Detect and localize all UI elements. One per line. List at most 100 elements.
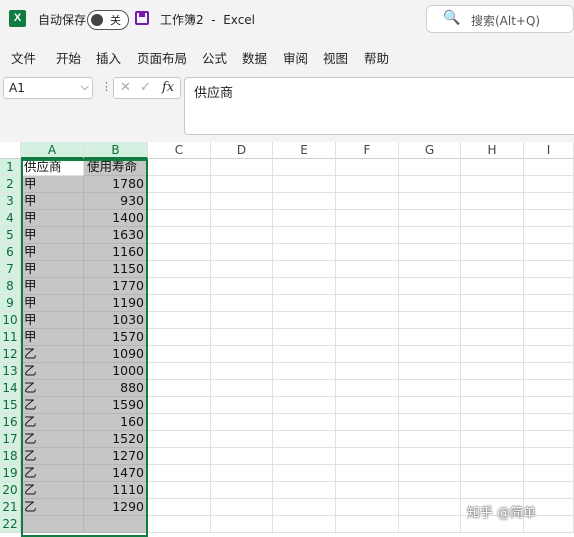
empty-cell[interactable]: [524, 346, 574, 363]
empty-cell[interactable]: [461, 278, 524, 295]
empty-cell[interactable]: [399, 210, 461, 227]
row-header[interactable]: 10: [0, 312, 21, 329]
empty-cell[interactable]: [461, 482, 524, 499]
empty-cell[interactable]: [524, 261, 574, 278]
empty-cell[interactable]: [399, 176, 461, 193]
cell-a[interactable]: 甲: [21, 261, 84, 278]
row-header[interactable]: 6: [0, 244, 21, 261]
empty-cell[interactable]: [399, 499, 461, 516]
row-header[interactable]: 20: [0, 482, 21, 499]
empty-cell[interactable]: [461, 227, 524, 244]
save-icon[interactable]: [135, 11, 149, 25]
empty-cell[interactable]: [336, 380, 399, 397]
empty-cell[interactable]: [273, 210, 336, 227]
row-header[interactable]: 14: [0, 380, 21, 397]
tab-data[interactable]: 数据: [242, 48, 267, 67]
empty-cell[interactable]: [524, 329, 574, 346]
cell-a[interactable]: 乙: [21, 380, 84, 397]
empty-cell[interactable]: [148, 210, 211, 227]
tab-review[interactable]: 审阅: [283, 48, 308, 67]
cell-a[interactable]: 乙: [21, 431, 84, 448]
cell-b[interactable]: 930: [84, 193, 148, 210]
column-header-f[interactable]: F: [336, 142, 399, 159]
row-header[interactable]: 9: [0, 295, 21, 312]
row-header[interactable]: 19: [0, 465, 21, 482]
empty-cell[interactable]: [524, 482, 574, 499]
empty-cell[interactable]: [336, 482, 399, 499]
enter-icon[interactable]: ✓: [140, 80, 151, 95]
empty-cell[interactable]: [211, 193, 273, 210]
empty-cell[interactable]: [399, 346, 461, 363]
cell-b[interactable]: 使用寿命: [84, 159, 148, 176]
empty-cell[interactable]: [399, 278, 461, 295]
cell-b[interactable]: 1590: [84, 397, 148, 414]
cell-a[interactable]: 甲: [21, 227, 84, 244]
empty-cell[interactable]: [148, 431, 211, 448]
empty-cell[interactable]: [211, 244, 273, 261]
cell-a[interactable]: 乙: [21, 448, 84, 465]
empty-cell[interactable]: [148, 414, 211, 431]
column-header-d[interactable]: D: [211, 142, 273, 159]
empty-cell[interactable]: [273, 397, 336, 414]
cell-b[interactable]: 1570: [84, 329, 148, 346]
empty-cell[interactable]: [148, 312, 211, 329]
empty-cell[interactable]: [524, 414, 574, 431]
autosave-toggle[interactable]: 关: [87, 10, 129, 30]
empty-cell[interactable]: [524, 465, 574, 482]
empty-cell[interactable]: [399, 448, 461, 465]
empty-cell[interactable]: [461, 397, 524, 414]
empty-cell[interactable]: [148, 329, 211, 346]
empty-cell[interactable]: [148, 448, 211, 465]
cell-b[interactable]: 1520: [84, 431, 148, 448]
cell-a[interactable]: 甲: [21, 244, 84, 261]
empty-cell[interactable]: [148, 193, 211, 210]
empty-cell[interactable]: [399, 414, 461, 431]
empty-cell[interactable]: [148, 516, 211, 533]
empty-cell[interactable]: [336, 431, 399, 448]
cell-b[interactable]: [84, 516, 148, 533]
empty-cell[interactable]: [524, 380, 574, 397]
tab-file[interactable]: 文件: [11, 48, 36, 67]
cell-b[interactable]: 1160: [84, 244, 148, 261]
empty-cell[interactable]: [273, 278, 336, 295]
empty-cell[interactable]: [524, 363, 574, 380]
row-header[interactable]: 16: [0, 414, 21, 431]
empty-cell[interactable]: [148, 159, 211, 176]
tab-page-layout[interactable]: 页面布局: [137, 48, 187, 67]
empty-cell[interactable]: [524, 312, 574, 329]
cell-b[interactable]: 1780: [84, 176, 148, 193]
search-box[interactable]: 🔍 搜索(Alt+Q): [426, 5, 574, 33]
empty-cell[interactable]: [273, 227, 336, 244]
empty-cell[interactable]: [273, 499, 336, 516]
empty-cell[interactable]: [336, 261, 399, 278]
cell-a[interactable]: 乙: [21, 414, 84, 431]
name-box[interactable]: A1 ⌵: [3, 77, 93, 99]
empty-cell[interactable]: [211, 312, 273, 329]
empty-cell[interactable]: [461, 210, 524, 227]
cell-a[interactable]: 甲: [21, 295, 84, 312]
cell-b[interactable]: 1270: [84, 448, 148, 465]
row-header[interactable]: 12: [0, 346, 21, 363]
cell-b[interactable]: 1150: [84, 261, 148, 278]
empty-cell[interactable]: [336, 312, 399, 329]
empty-cell[interactable]: [148, 261, 211, 278]
empty-cell[interactable]: [461, 159, 524, 176]
empty-cell[interactable]: [211, 499, 273, 516]
empty-cell[interactable]: [336, 227, 399, 244]
column-header-h[interactable]: H: [461, 142, 524, 159]
empty-cell[interactable]: [211, 516, 273, 533]
empty-cell[interactable]: [273, 176, 336, 193]
empty-cell[interactable]: [336, 499, 399, 516]
empty-cell[interactable]: [148, 380, 211, 397]
empty-cell[interactable]: [273, 329, 336, 346]
row-header[interactable]: 11: [0, 329, 21, 346]
empty-cell[interactable]: [524, 397, 574, 414]
cell-a[interactable]: 乙: [21, 465, 84, 482]
cell-b[interactable]: 1090: [84, 346, 148, 363]
more-icon[interactable]: ⋮: [101, 80, 112, 93]
row-header[interactable]: 4: [0, 210, 21, 227]
empty-cell[interactable]: [211, 482, 273, 499]
empty-cell[interactable]: [148, 397, 211, 414]
row-header[interactable]: 18: [0, 448, 21, 465]
row-header[interactable]: 17: [0, 431, 21, 448]
